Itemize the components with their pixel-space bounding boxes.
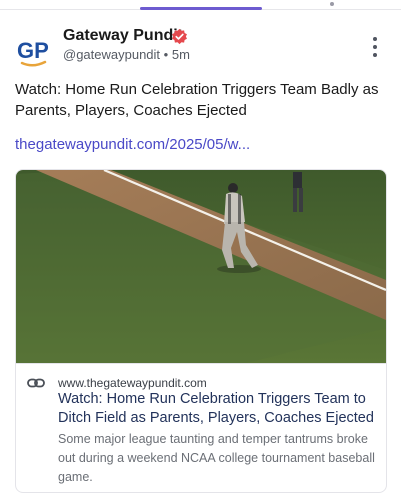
link-icon bbox=[27, 378, 45, 388]
card-thumbnail-image[interactable] bbox=[16, 170, 386, 363]
meta-separator: • bbox=[163, 47, 169, 62]
active-tab-indicator bbox=[140, 7, 262, 10]
tab-dot-icon bbox=[330, 2, 334, 6]
post-link[interactable]: thegatewaypundit.com/2025/05/w... bbox=[15, 136, 250, 153]
author-handle: @gatewaypundit • 5m bbox=[63, 47, 190, 62]
card-title[interactable]: Watch: Home Run Celebration Triggers Tea… bbox=[58, 390, 378, 428]
post-text: Watch: Home Run Celebration Triggers Tea… bbox=[15, 81, 379, 119]
card-description: Some major league taunting and temper ta… bbox=[58, 432, 375, 484]
author-name[interactable]: Gateway Pundit bbox=[63, 27, 183, 45]
post-time[interactable]: 5m bbox=[172, 47, 190, 62]
avatar[interactable]: GP bbox=[14, 32, 52, 70]
verified-badge-icon bbox=[172, 28, 187, 45]
more-vertical-icon[interactable] bbox=[369, 37, 381, 57]
card-body: www.thegatewaypundit.com Watch: Home Run… bbox=[16, 363, 386, 492]
card-domain: www.thegatewaypundit.com bbox=[58, 376, 207, 390]
svg-text:GP: GP bbox=[17, 38, 49, 63]
link-preview-card[interactable]: www.thegatewaypundit.com Watch: Home Run… bbox=[15, 169, 387, 493]
handle-text[interactable]: @gatewaypundit bbox=[63, 47, 160, 62]
